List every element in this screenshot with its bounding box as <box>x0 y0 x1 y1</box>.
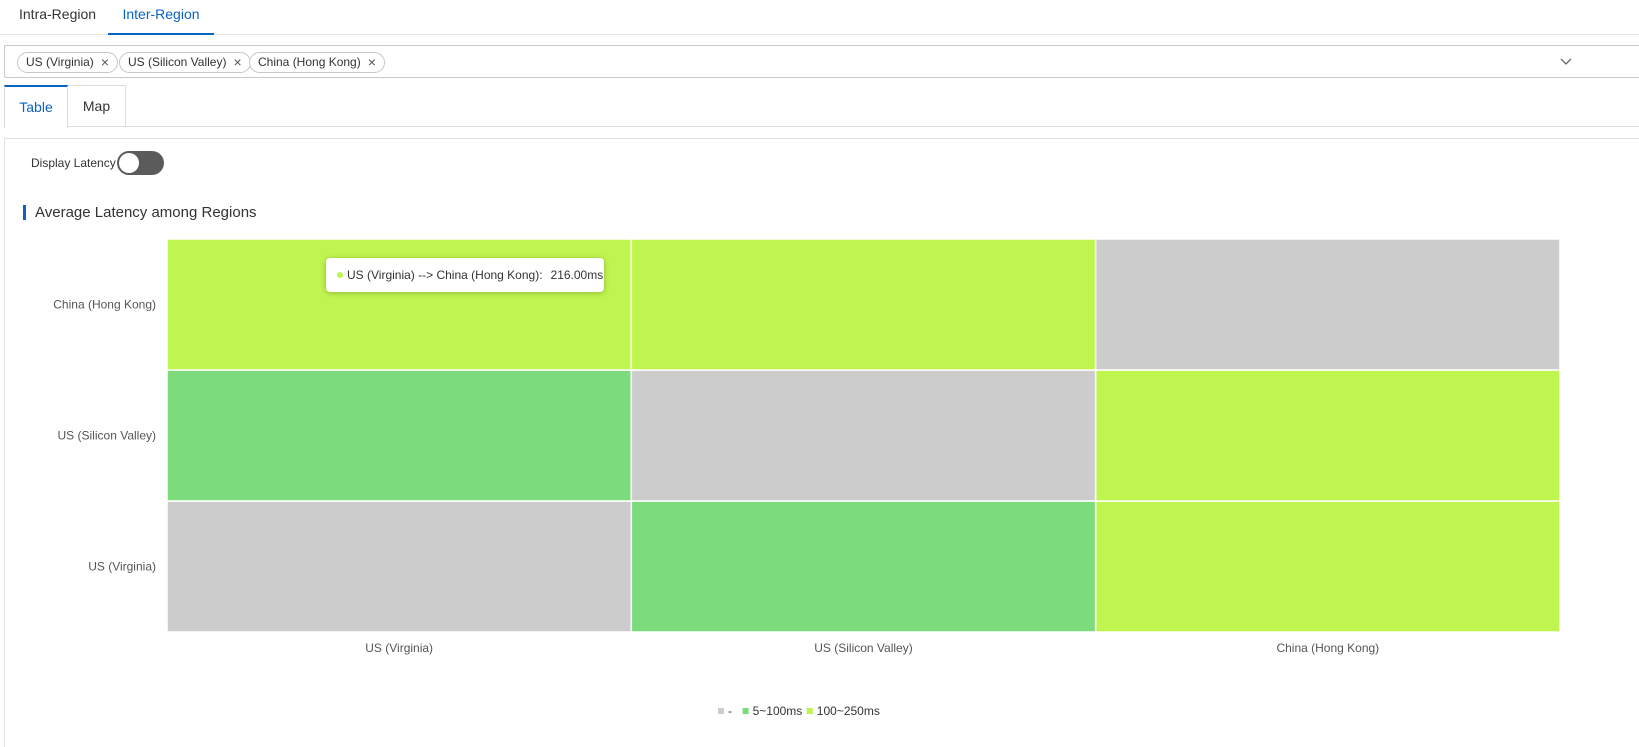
legend-swatch[interactable] <box>718 708 724 714</box>
x-axis-label: China (Hong Kong) <box>1276 641 1379 655</box>
heatmap-cell[interactable] <box>630 369 1097 502</box>
legend-label[interactable]: 5~100ms <box>753 704 803 718</box>
legend-swatch[interactable] <box>806 708 813 714</box>
x-axis-label: US (Silicon Valley) <box>814 641 912 655</box>
heatmap-cell[interactable] <box>1094 238 1561 371</box>
heatmap-cell[interactable] <box>1094 369 1561 502</box>
heatmap-cell[interactable] <box>630 238 1097 371</box>
heatmap-cell[interactable] <box>630 500 1097 633</box>
x-axis-label: US (Virginia) <box>365 641 433 655</box>
tooltip-route: US (Virginia) --> China (Hong Kong): <box>347 268 543 282</box>
y-axis-label: US (Virginia) <box>88 560 156 574</box>
heatmap-tooltip: US (Virginia) --> China (Hong Kong): 216.… <box>326 258 604 292</box>
tooltip-series-dot <box>337 272 343 278</box>
y-axis-label: China (Hong Kong) <box>53 298 156 312</box>
legend-label[interactable]: 100~250ms <box>817 704 880 718</box>
latency-heatmap: US (Virginia) US (Silicon Valley) China (H… <box>53 238 1561 718</box>
legend-label[interactable]: - <box>728 704 732 718</box>
legend-swatch[interactable] <box>742 708 749 714</box>
tooltip-value: 216.00ms <box>550 268 604 282</box>
heatmap-cell[interactable] <box>166 369 633 502</box>
y-axis-label: US (Silicon Valley) <box>58 429 156 443</box>
heatmap-cell[interactable] <box>1094 500 1561 633</box>
heatmap-cell[interactable] <box>166 500 633 633</box>
